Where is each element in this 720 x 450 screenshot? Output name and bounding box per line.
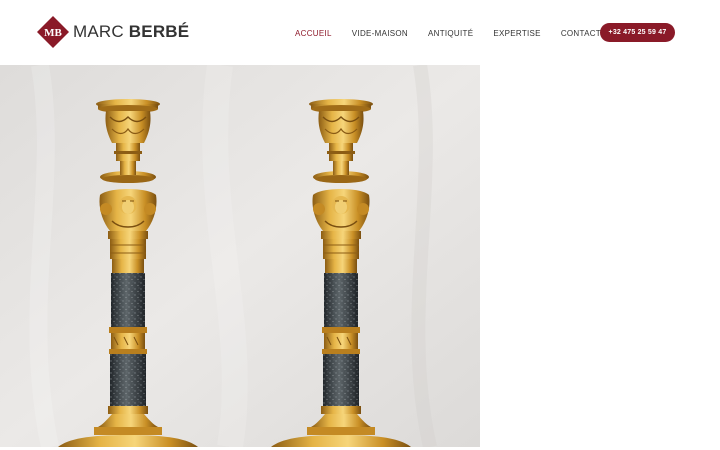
phone-button[interactable]: +32 475 25 59 47 xyxy=(600,23,675,42)
site-logo[interactable]: MB MARC BERBÉ xyxy=(37,16,189,48)
nav-item-vide-maison[interactable]: VIDE-MAISON xyxy=(352,29,408,38)
main-nav: ACCUEIL VIDE-MAISON ANTIQUITÉ EXPERTISE … xyxy=(295,26,601,40)
hero-image xyxy=(0,65,480,447)
nav-item-antiquite[interactable]: ANTIQUITÉ xyxy=(428,29,473,38)
logo-wordmark: MARC BERBÉ xyxy=(73,22,189,42)
nav-item-accueil[interactable]: ACCUEIL xyxy=(295,29,332,38)
site-header: MB MARC BERBÉ ACCUEIL VIDE-MAISON ANTIQU… xyxy=(0,0,720,65)
logo-last-name: BERBÉ xyxy=(128,22,190,41)
logo-diamond-icon: MB xyxy=(37,16,69,48)
nav-item-contact[interactable]: CONTACT xyxy=(561,29,601,38)
logo-first-name: MARC xyxy=(73,22,124,41)
nav-item-expertise[interactable]: EXPERTISE xyxy=(493,29,540,38)
logo-monogram: MB xyxy=(44,27,62,39)
page: MB MARC BERBÉ ACCUEIL VIDE-MAISON ANTIQU… xyxy=(0,0,720,450)
